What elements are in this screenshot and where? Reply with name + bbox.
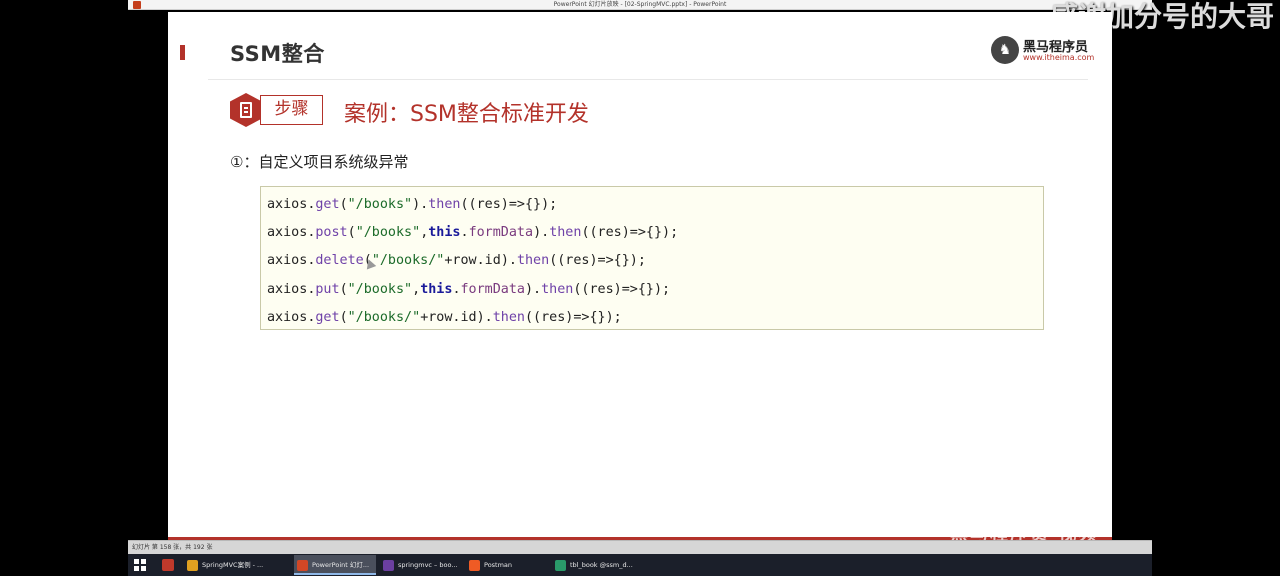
code-token: axios — [267, 253, 308, 269]
intellij-icon — [383, 560, 394, 571]
document-icon — [240, 102, 252, 118]
code-token: "/books/" — [347, 309, 421, 325]
code-token: delete — [315, 253, 364, 269]
screen: PowerPoint 幻灯片放映 - [02-SpringMVC.pptx] -… — [0, 0, 1280, 576]
code-token: axios — [267, 309, 308, 325]
code-token: formData — [468, 225, 534, 241]
code-line: axios.get("/books").then((res)=>{}); — [267, 195, 1043, 223]
code-token: "/books/" — [371, 253, 445, 269]
code-token: ( — [339, 197, 348, 212]
title-accent-bar — [180, 45, 185, 60]
slide-counter: 幻灯片 第 158 张，共 192 张 — [132, 544, 213, 551]
code-token: axios — [267, 281, 308, 297]
code-token: axios — [267, 197, 308, 212]
postman-icon — [469, 560, 480, 571]
code-line: axios.delete("/books/"+row.id).then((res… — [267, 251, 1043, 279]
app-launcher-icon[interactable] — [162, 559, 174, 571]
code-token: ). — [533, 225, 550, 241]
taskbar-item[interactable]: Postman — [466, 555, 548, 575]
taskbar-item-label: tbl_book @ssm_d... — [570, 561, 633, 569]
code-token: ( — [347, 225, 356, 241]
code-token: formData — [460, 281, 526, 297]
code-token: then — [428, 197, 461, 212]
code-token: this — [420, 281, 453, 297]
code-token: post — [315, 225, 348, 241]
taskbar-item-label: SpringMVC案例 - ... — [202, 561, 264, 569]
window-title: PowerPoint 幻灯片放映 - [02-SpringMVC.pptx] -… — [553, 1, 727, 8]
code-token: ). — [500, 253, 517, 269]
code-token: ( — [339, 309, 348, 325]
code-token: put — [315, 281, 340, 297]
taskbar-item[interactable]: SpringMVC案例 - ... — [184, 555, 288, 575]
windows-taskbar: SpringMVC案例 - ... PowerPoint 幻灯... springm… — [128, 554, 1152, 576]
code-token: ). — [412, 197, 429, 212]
code-token: ((res)=>{}); — [525, 309, 622, 325]
code-token: ((res)=>{}); — [581, 225, 679, 241]
chrome-icon — [187, 560, 198, 571]
powerpoint-title-bar: PowerPoint 幻灯片放映 - [02-SpringMVC.pptx] -… — [128, 0, 1152, 10]
code-token: "/books" — [347, 281, 413, 297]
code-token: . — [460, 225, 469, 241]
taskbar-item[interactable]: tbl_book @ssm_d... — [552, 555, 634, 575]
code-token: ((res)=>{}); — [573, 281, 671, 297]
bullet-point: ①：自定义项目系统级异常 — [230, 153, 409, 171]
code-token: +row.id — [420, 309, 477, 325]
taskbar-item[interactable]: PowerPoint 幻灯... — [294, 555, 376, 575]
code-token: "/books" — [347, 197, 413, 212]
code-token: ). — [476, 309, 493, 325]
taskbar-item-label: PowerPoint 幻灯... — [312, 561, 370, 569]
code-token: get — [315, 309, 340, 325]
code-token: ((res)=>{}); — [460, 197, 558, 212]
code-line: axios.get("/books/"+row.id).then((res)=>… — [267, 308, 1043, 336]
code-token: ((res)=>{}); — [549, 253, 646, 269]
header-divider — [208, 79, 1088, 80]
code-line: axios.put("/books",this.formData).then((… — [267, 280, 1043, 308]
datagrip-icon — [555, 560, 566, 571]
windows-start-icon[interactable] — [134, 559, 146, 571]
slide[interactable]: SSM整合 ♞ 黑马程序员 www.itheima.com 步骤 案例：SSM整… — [168, 12, 1112, 540]
taskbar-item[interactable]: springmvc – boo... — [380, 555, 462, 575]
code-token: axios — [267, 225, 308, 241]
code-token: then — [516, 253, 550, 269]
code-token: . — [452, 281, 461, 297]
case-title: 案例：SSM整合标准开发 — [344, 102, 589, 127]
code-token: then — [492, 309, 525, 325]
code-block: axios.get("/books").then((res)=>{}); axio… — [260, 186, 1044, 330]
powerpoint-icon — [297, 560, 308, 571]
code-token: ). — [525, 281, 542, 297]
logo-url-text: www.itheima.com — [1023, 53, 1095, 62]
step-label-box: 步骤 — [260, 95, 323, 125]
code-token: get — [315, 197, 340, 212]
step-label: 步骤 — [274, 99, 309, 119]
brand-logo: ♞ 黑马程序员 www.itheima.com — [991, 34, 1095, 64]
code-token: this — [428, 225, 461, 241]
code-token: +row.id — [444, 253, 501, 269]
status-bar: 幻灯片 第 158 张，共 192 张 — [128, 540, 1152, 554]
taskbar-item-label: Postman — [484, 561, 513, 569]
code-token: , — [412, 281, 421, 297]
code-line: axios.post("/books",this.formData).then(… — [267, 223, 1043, 251]
step-hexagon-badge — [230, 93, 262, 127]
code-token: "/books" — [355, 225, 421, 241]
horse-logo-icon: ♞ — [991, 36, 1019, 64]
code-token: then — [541, 281, 574, 297]
code-token: then — [549, 225, 582, 241]
page-title: SSM整合 — [230, 42, 325, 66]
taskbar-item-label: springmvc – boo... — [398, 561, 458, 569]
code-token: ( — [339, 281, 348, 297]
